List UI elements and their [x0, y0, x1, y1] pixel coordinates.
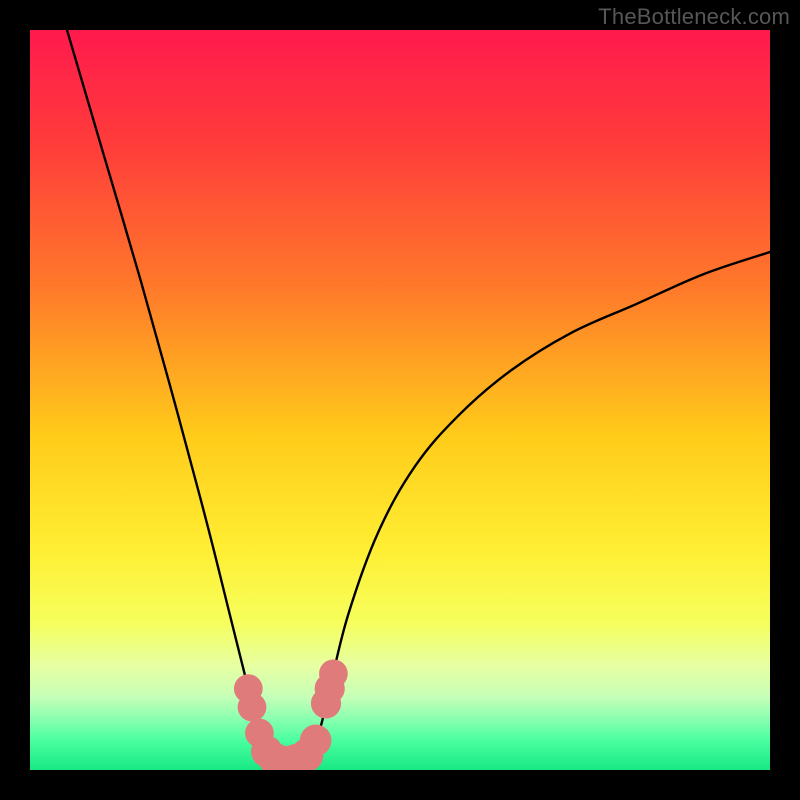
watermark-text: TheBottleneck.com: [598, 4, 790, 30]
plot-area: [30, 30, 770, 770]
marker-dot: [319, 659, 348, 688]
marker-dot: [238, 693, 267, 722]
bottleneck-curve: [67, 30, 770, 764]
curve-layer: [30, 30, 770, 770]
trough-markers: [234, 659, 348, 770]
marker-dot: [300, 725, 332, 757]
outer-frame: TheBottleneck.com: [0, 0, 800, 800]
